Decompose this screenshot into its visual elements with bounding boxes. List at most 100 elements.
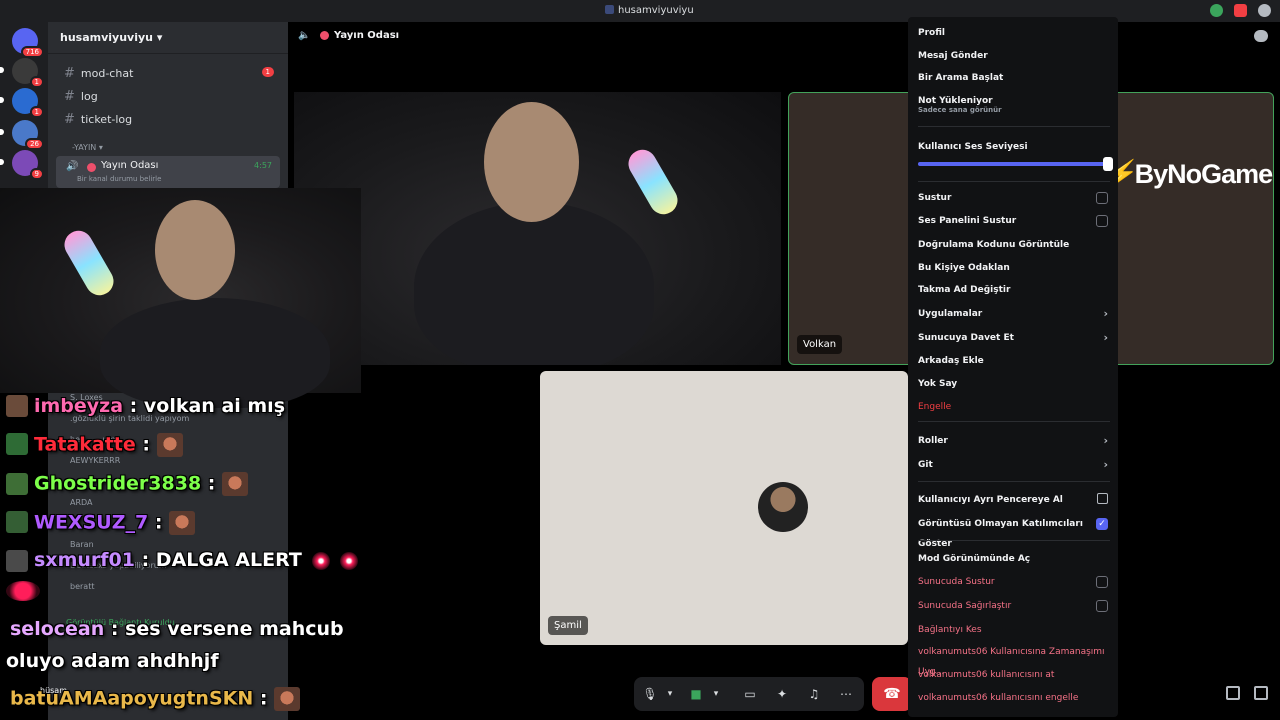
menu-item-timeout[interactable]: volkanumuts06 Kullanıcısına Zamanaşımı U… xyxy=(918,642,1110,677)
chevron-right-icon: › xyxy=(1103,434,1108,447)
channel-title: Yayın Odası xyxy=(334,30,400,41)
menu-item-git[interactable]: Git › xyxy=(918,455,1110,475)
chevron-down-icon[interactable]: ▾ xyxy=(708,686,724,702)
hash-icon: # xyxy=(64,112,75,127)
unread-pill xyxy=(0,129,4,135)
menu-item-disconnect[interactable]: Bağlantıyı Kes xyxy=(918,620,1110,640)
menu-item-roles[interactable]: Roller › xyxy=(918,431,1110,451)
video-tile-samil[interactable]: Şamil xyxy=(540,371,908,645)
menu-item-ban[interactable]: volkanumuts06 kullanıcısını engelle xyxy=(918,688,1110,708)
live-icon xyxy=(320,31,329,40)
popout-icon[interactable] xyxy=(1226,686,1240,700)
menu-item-note[interactable]: Not Yükleniyor Sadece sana görünür xyxy=(918,91,1110,114)
chevron-right-icon: › xyxy=(1103,458,1108,471)
menu-item-focus[interactable]: Bu Kişiye Odaklan xyxy=(918,258,1110,278)
voice-channel-yayin-odasi[interactable]: 🔊 Yayın Odası 4:57 Bir kanal durumu beli… xyxy=(56,156,280,188)
checkbox-checked[interactable]: ✓ xyxy=(1096,518,1108,530)
activities-icon[interactable]: ✦ xyxy=(774,686,790,702)
participant-name: Şamil xyxy=(548,616,588,635)
checkbox[interactable] xyxy=(1096,576,1108,588)
menu-divider xyxy=(918,126,1110,127)
category-yayin[interactable]: -YAYIN ▾ xyxy=(72,143,103,152)
channel-mod-chat[interactable]: # mod-chat 1 xyxy=(56,62,280,84)
phone-hangup-icon: ☎ xyxy=(883,686,901,702)
siren-emote xyxy=(311,551,330,570)
guild-icon xyxy=(605,5,614,14)
menu-divider xyxy=(918,421,1110,422)
unread-pill xyxy=(0,67,4,73)
server-icon-1[interactable]: 1 xyxy=(12,58,44,88)
window-title: husamviyuviyu xyxy=(605,5,694,16)
menu-item-send-message[interactable]: Mesaj Gönder xyxy=(918,46,1110,66)
participant-name: Volkan xyxy=(797,335,843,354)
menu-item-server-deafen[interactable]: Sunucuda Sağırlaştır xyxy=(918,596,1110,616)
channel-status-placeholder[interactable]: Bir kanal durumu belirle xyxy=(77,175,161,183)
server-icon-3[interactable]: 26 xyxy=(12,120,44,150)
menu-item-block[interactable]: Engelle xyxy=(918,397,1110,417)
menu-item-nickname[interactable]: Takma Ad Değiştir xyxy=(918,280,1110,300)
menu-item-popout-user[interactable]: Kullanıcıyı Ayrı Pencereye Al xyxy=(918,490,1110,510)
menu-item-invite[interactable]: Sunucuya Davet Et › xyxy=(918,328,1110,348)
avatar xyxy=(6,550,28,572)
siren-emote xyxy=(339,551,358,570)
voice-timer: 4:57 xyxy=(254,161,272,170)
unread-pill xyxy=(0,97,4,103)
chat-line: batuAMAapoyugtnSKN : xyxy=(10,687,301,711)
help-icon[interactable] xyxy=(1258,4,1271,17)
external-window-icon xyxy=(1097,493,1108,504)
nitro-leaf-icon[interactable] xyxy=(1210,4,1223,17)
user-volume-slider[interactable] xyxy=(918,157,1113,171)
checkbox[interactable] xyxy=(1096,215,1108,227)
menu-item-add-friend[interactable]: Arkadaş Ekle xyxy=(918,351,1110,371)
menu-item-mute-soundboard[interactable]: Ses Panelini Sustur xyxy=(918,211,1110,231)
menu-item-view-verification[interactable]: Doğrulama Kodunu Görüntüle xyxy=(918,235,1110,255)
more-icon[interactable]: ⋯ xyxy=(838,686,854,702)
menu-item-apps[interactable]: Uygulamalar › xyxy=(918,304,1110,324)
fullscreen-icon[interactable] xyxy=(1254,686,1268,700)
chevron-down-icon[interactable]: ▾ xyxy=(662,686,678,702)
camera-icon[interactable]: ■ xyxy=(688,686,704,702)
chevron-right-icon: › xyxy=(1103,331,1108,344)
channel-log[interactable]: # log xyxy=(56,85,280,107)
menu-item-ignore[interactable]: Yok Say xyxy=(918,374,1110,394)
user-context-menu: Profil Mesaj Gönder Bir Arama Başlat Not… xyxy=(908,17,1118,717)
server-icon-4[interactable]: 9 xyxy=(12,150,44,180)
channel-ticket-log[interactable]: # ticket-log xyxy=(56,108,280,130)
person-silhouette xyxy=(414,202,654,365)
inbox-icon[interactable] xyxy=(1234,4,1247,17)
server-icon-2[interactable]: 1 xyxy=(12,88,44,118)
speaker-icon: 🔊 xyxy=(66,161,79,172)
microphone-icon[interactable]: 🎙 xyxy=(642,686,658,702)
avatar xyxy=(6,395,28,417)
slider-knob[interactable] xyxy=(1103,157,1113,171)
menu-item-mute[interactable]: Sustur xyxy=(918,188,1110,208)
siren-emote xyxy=(6,581,40,601)
guild-header[interactable]: husamviyuviyu ▾ xyxy=(48,22,288,54)
menu-item-user-volume: Kullanıcı Ses Seviyesi xyxy=(918,142,1028,152)
soundboard-icon[interactable]: ♫ xyxy=(806,686,822,702)
home-server[interactable]: 716 xyxy=(12,28,44,58)
screen-share-icon[interactable]: ▭ xyxy=(742,686,758,702)
live-icon xyxy=(87,163,96,172)
chat-line: sxmurf01 : DALGA ALERT xyxy=(34,549,358,571)
checkbox[interactable] xyxy=(1096,600,1108,612)
menu-item-profile[interactable]: Profil xyxy=(918,23,1110,43)
menu-item-mod-view[interactable]: Mod Görünümünde Aç xyxy=(918,549,1110,569)
checkbox[interactable] xyxy=(1096,192,1108,204)
menu-item-start-call[interactable]: Bir Arama Başlat xyxy=(918,68,1110,88)
speaker-icon: 🔈 xyxy=(298,30,311,41)
menu-item-kick[interactable]: volkanumuts06 kullanıcısını at xyxy=(918,665,1110,685)
menu-item-show-nonvideo[interactable]: Görüntüsü Olmayan Katılımcıları Göster ✓ xyxy=(918,514,1110,549)
emote xyxy=(156,433,183,457)
chat-line: WEXSUZ_7 : xyxy=(34,511,196,535)
disconnect-button[interactable]: ☎ xyxy=(872,677,912,711)
person-silhouette xyxy=(100,298,330,408)
avatar xyxy=(6,433,28,455)
chat-icon[interactable] xyxy=(1254,30,1268,42)
hash-icon: # xyxy=(64,66,75,81)
stream-tile-main[interactable] xyxy=(294,92,781,365)
call-controls: 🎙 ▾ ■ ▾ ▭ ✦ ♫ ⋯ xyxy=(634,677,864,711)
menu-item-server-mute[interactable]: Sunucuda Sustur xyxy=(918,572,1110,592)
stream-chat-overlay: imbeyza : volkan ai mış Tatakatte : Ghos… xyxy=(0,393,380,720)
menu-divider xyxy=(918,181,1110,182)
